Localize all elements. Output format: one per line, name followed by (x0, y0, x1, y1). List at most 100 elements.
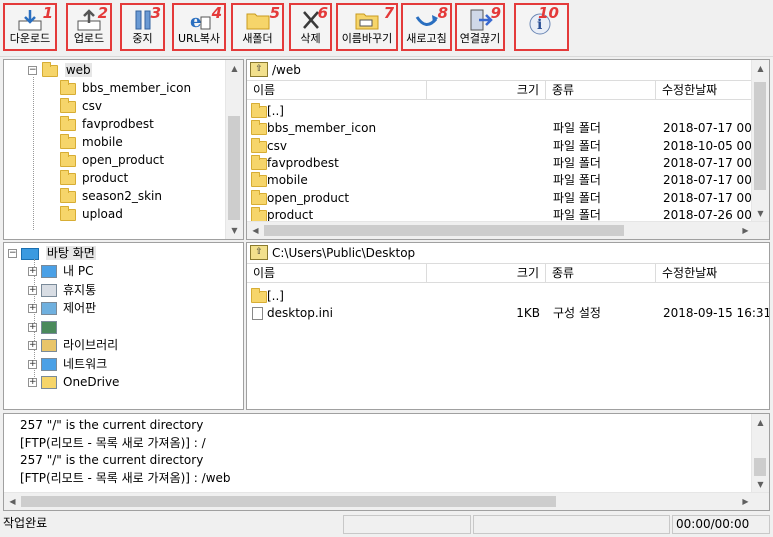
tree-item[interactable]: open_product (60, 151, 164, 169)
expand-toggle[interactable]: + (28, 267, 37, 276)
scroll-right-arrow[interactable]: ▶ (737, 222, 754, 239)
table-row[interactable]: desktop.ini 1KB 구성 설정 2018-09-15 16:31 (247, 305, 769, 322)
disconnect-button[interactable]: 9 연결끊기 (455, 3, 505, 51)
remote-folder-tree[interactable]: − web bbs_member_iconcsv favprodbest mobil… (3, 59, 244, 240)
file-name: favprodbest (267, 155, 339, 170)
scroll-right-arrow[interactable]: ▶ (737, 493, 754, 510)
tree-item[interactable]: upload (60, 205, 123, 223)
library-icon (41, 339, 57, 352)
scroll-thumb[interactable] (754, 458, 766, 476)
stop-button[interactable]: 3 중지 (120, 3, 165, 51)
scroll-thumb[interactable] (228, 116, 240, 220)
scroll-up-arrow[interactable]: ▲ (752, 414, 769, 431)
tree-item[interactable]: bbs_member_icon (60, 79, 192, 97)
refresh-button[interactable]: 8 새로고침 (401, 3, 452, 51)
parent-folder-button[interactable]: ⇧ (250, 245, 268, 260)
button-number: 4 (211, 4, 222, 22)
scroll-thumb[interactable] (754, 82, 766, 190)
scroll-down-arrow[interactable]: ▼ (752, 476, 769, 493)
expand-toggle[interactable]: + (28, 304, 37, 313)
remote-list-vscroll[interactable]: ▲ ▼ (751, 60, 769, 222)
column-header-date[interactable]: 수정한날짜 (656, 81, 754, 100)
remote-file-list[interactable]: ⇧ /web 이름 크기 종류 수정한날짜 [..] bbs_member_ico… (246, 59, 770, 240)
tree-item-desktop[interactable]: 바탕 화면 (21, 245, 96, 262)
table-row[interactable]: bbs_member_icon 파일 폴더 2018-07-17 00:0 (247, 120, 764, 137)
tree-item[interactable]: season2_skin (60, 187, 162, 205)
tree-item[interactable]: OneDrive (41, 374, 119, 391)
column-header-type[interactable]: 종류 (546, 81, 656, 100)
tree-item-web[interactable]: web (42, 61, 92, 79)
button-label: 연결끊기 (459, 32, 501, 45)
table-row[interactable]: [..] (247, 103, 754, 120)
column-header-size[interactable]: 크기 (427, 264, 546, 283)
info-button[interactable]: i 10 (514, 3, 569, 51)
tree-item[interactable]: mobile (60, 133, 123, 151)
tree-item[interactable]: 네트워크 (41, 356, 107, 373)
tree-item[interactable]: product (60, 169, 128, 187)
table-row[interactable]: csv 파일 폴더 2018-10-05 00:0 (247, 137, 764, 155)
onedrive-icon (41, 376, 57, 389)
button-number: 8 (437, 4, 448, 22)
tree-item-label: bbs_member_icon (82, 81, 192, 95)
expand-toggle[interactable]: + (28, 378, 37, 387)
scroll-left-arrow[interactable]: ◀ (4, 493, 21, 510)
button-number: 5 (269, 4, 280, 22)
expand-toggle[interactable]: + (28, 285, 37, 295)
log-vscroll[interactable]: ▲ ▼ (751, 414, 769, 493)
scroll-up-arrow[interactable]: ▲ (752, 60, 769, 77)
download-button[interactable]: 1 다운로드 (3, 3, 57, 51)
scroll-down-arrow[interactable]: ▼ (752, 205, 769, 222)
tree-item[interactable]: csv (60, 97, 102, 115)
local-folder-tree[interactable]: − 바탕 화면 + 내 PC + 휴지통 + 제어판 + + 라이브러리 + 네트워크 + OneDri… (3, 242, 244, 410)
tree-item[interactable] (41, 319, 63, 336)
expand-toggle[interactable]: + (28, 359, 37, 369)
delete-button[interactable]: 6 삭제 (289, 3, 332, 51)
expand-toggle[interactable]: + (28, 341, 37, 350)
disconnect-icon (470, 9, 493, 31)
table-row[interactable]: mobile 파일 폴더 2018-07-17 00:0 (247, 172, 764, 189)
folder-icon (60, 97, 76, 113)
folder-icon (60, 187, 76, 203)
collapse-toggle[interactable]: − (8, 249, 17, 258)
tree-item[interactable]: 휴지통 (41, 282, 96, 299)
column-header-date[interactable]: 수정한날짜 (656, 264, 769, 283)
column-header-size[interactable]: 크기 (427, 81, 546, 100)
scroll-thumb[interactable] (21, 496, 556, 507)
column-header-name[interactable]: 이름 (247, 81, 427, 100)
collapse-toggle[interactable]: − (28, 66, 37, 75)
new-folder-button[interactable]: 5 새폴더 (231, 3, 284, 51)
tree-item[interactable]: 제어판 (41, 300, 96, 317)
url-copy-button[interactable]: e 4 URL복사 (172, 3, 226, 51)
tree-item[interactable]: favprodbest (60, 115, 154, 133)
upload-button[interactable]: 2 업로드 (66, 3, 112, 51)
tree-item-label: upload (82, 207, 123, 221)
parent-folder-button[interactable]: ⇧ (250, 62, 268, 77)
tree-item-label: 라이브러리 (63, 338, 119, 352)
table-row[interactable]: favprodbest 파일 폴더 2018-07-17 00:0 (247, 154, 764, 172)
folder-icon (251, 120, 267, 136)
table-row[interactable]: open_product 파일 폴더 2018-07-17 00:0 (247, 189, 764, 207)
button-label: 새로고침 (406, 32, 447, 45)
log-pane[interactable]: 257 "/" is the current directory [FTP(리모트… (3, 413, 770, 511)
tree-item[interactable]: 라이브러리 (41, 337, 118, 354)
expand-toggle[interactable]: + (28, 322, 37, 332)
column-header-name[interactable]: 이름 (247, 264, 427, 283)
remote-tree-vscroll[interactable]: ▲ ▼ (225, 60, 243, 239)
tree-item[interactable]: 내 PC (41, 263, 93, 280)
file-name: open_product (267, 190, 350, 205)
button-label: 중지 (132, 32, 153, 45)
scroll-up-arrow[interactable]: ▲ (226, 60, 243, 77)
file-date: 2018-10-05 00:0 (663, 138, 764, 153)
tree-item-label: csv (82, 99, 102, 113)
scroll-left-arrow[interactable]: ◀ (247, 222, 264, 239)
log-hscroll[interactable]: ◀ ▶ (4, 492, 769, 510)
status-cell (343, 515, 471, 534)
scroll-down-arrow[interactable]: ▼ (226, 222, 243, 239)
local-file-list[interactable]: ⇧ C:\Users\Public\Desktop 이름 크기 종류 수정한날짜… (246, 242, 770, 410)
table-row[interactable]: [..] (247, 288, 769, 305)
remote-list-hscroll[interactable]: ◀ ▶ (247, 221, 769, 239)
scroll-thumb[interactable] (264, 225, 624, 236)
column-header-type[interactable]: 종류 (546, 264, 656, 283)
rename-button[interactable]: 7 이름바꾸기 (336, 3, 398, 51)
folder-icon (251, 172, 267, 188)
